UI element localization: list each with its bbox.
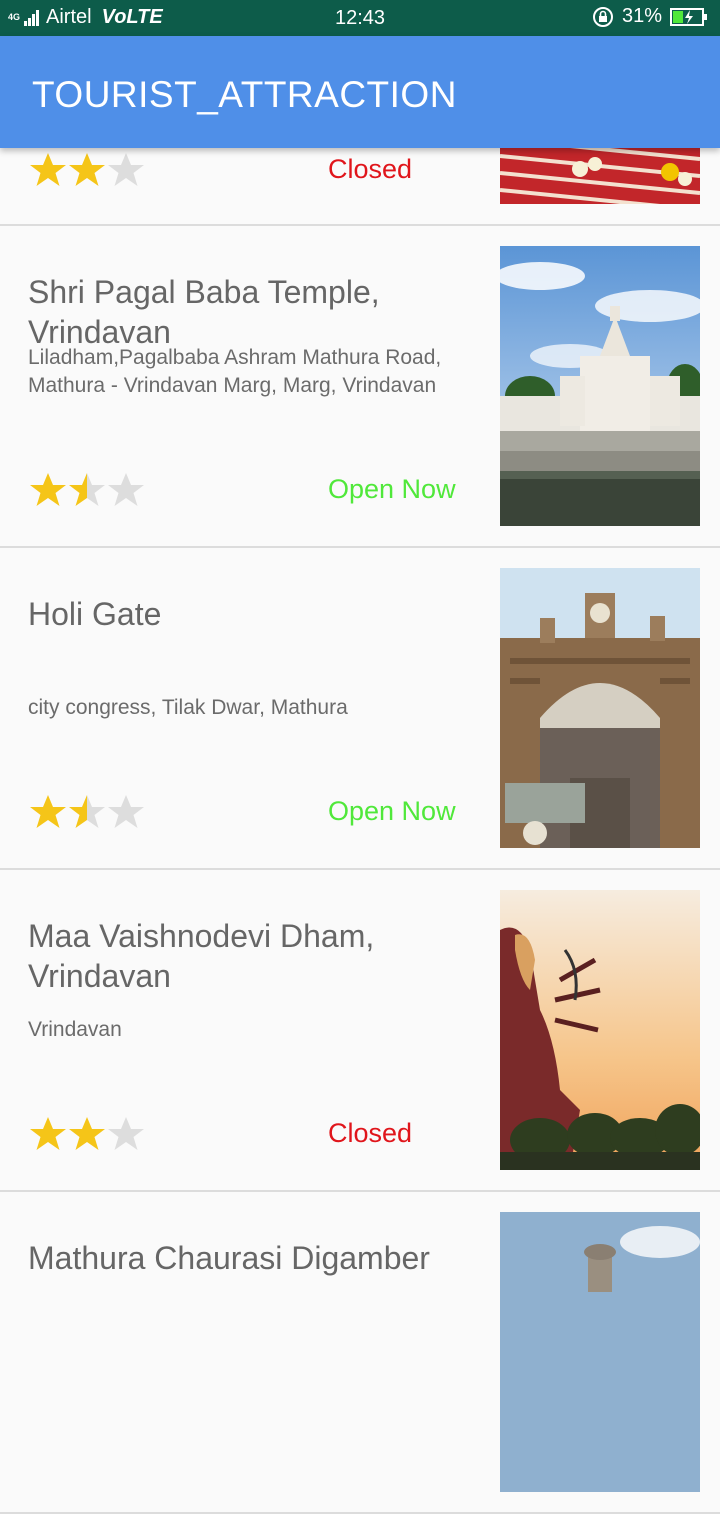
place-address: Liladham,Pagalbaba Ashram Mathura Road, … [28,346,442,397]
places-list[interactable]: Closed Shri Pagal Baba Temple, Vrindavan… [0,0,720,1514]
star-icon [69,1117,105,1150]
place-name: Shri Pagal Baba Temple, Vrindavan [28,274,380,350]
place-photo[interactable] [500,1212,700,1492]
app-bar: TOURIST_ATTRACTION [0,36,720,148]
rating-stars [28,470,145,510]
place-card[interactable]: Shri Pagal Baba Temple, Vrindavan Liladh… [0,226,720,548]
place-name: Mathura Chaurasi Digamber [28,1240,430,1276]
status-label: Closed [328,154,413,184]
star-icon [30,795,66,828]
place-card[interactable]: Mathura Chaurasi Digamber [0,1192,720,1514]
star-icon [69,795,105,828]
place-photo[interactable] [500,568,700,848]
status-label: Closed [328,1118,413,1148]
place-address: Vrindavan [28,1018,122,1041]
status-label: Open Now [328,474,456,504]
star-icon [30,473,66,506]
place-photo[interactable] [500,890,700,1170]
status-bar: 4G Airtel VoLTE 12:43 31% [0,0,720,36]
star-icon [30,153,66,186]
rating-stars [28,150,145,190]
app-title: TOURIST_ATTRACTION [32,74,457,115]
star-icon [69,473,105,506]
star-icon [108,153,144,186]
rotation-lock-icon [592,6,613,27]
status-label: Open Now [328,796,456,826]
place-address: city congress, Tilak Dwar, Mathura [28,696,348,719]
place-photo[interactable] [500,246,700,526]
star-icon [108,473,144,506]
place-name: Maa Vaishnodevi Dham, Vrindavan [28,918,375,994]
rating-stars [28,1114,145,1154]
place-name: Holi Gate [28,596,162,632]
place-card[interactable]: Holi Gate city congress, Tilak Dwar, Mat… [0,548,720,870]
star-icon [108,795,144,828]
battery-percent: 31% [621,5,662,27]
place-card[interactable]: Maa Vaishnodevi Dham, Vrindavan Vrindava… [0,870,720,1192]
star-icon [30,1117,66,1150]
rating-stars [28,792,145,832]
star-icon [69,153,105,186]
star-icon [108,1117,144,1150]
battery-charging-icon [670,7,707,26]
